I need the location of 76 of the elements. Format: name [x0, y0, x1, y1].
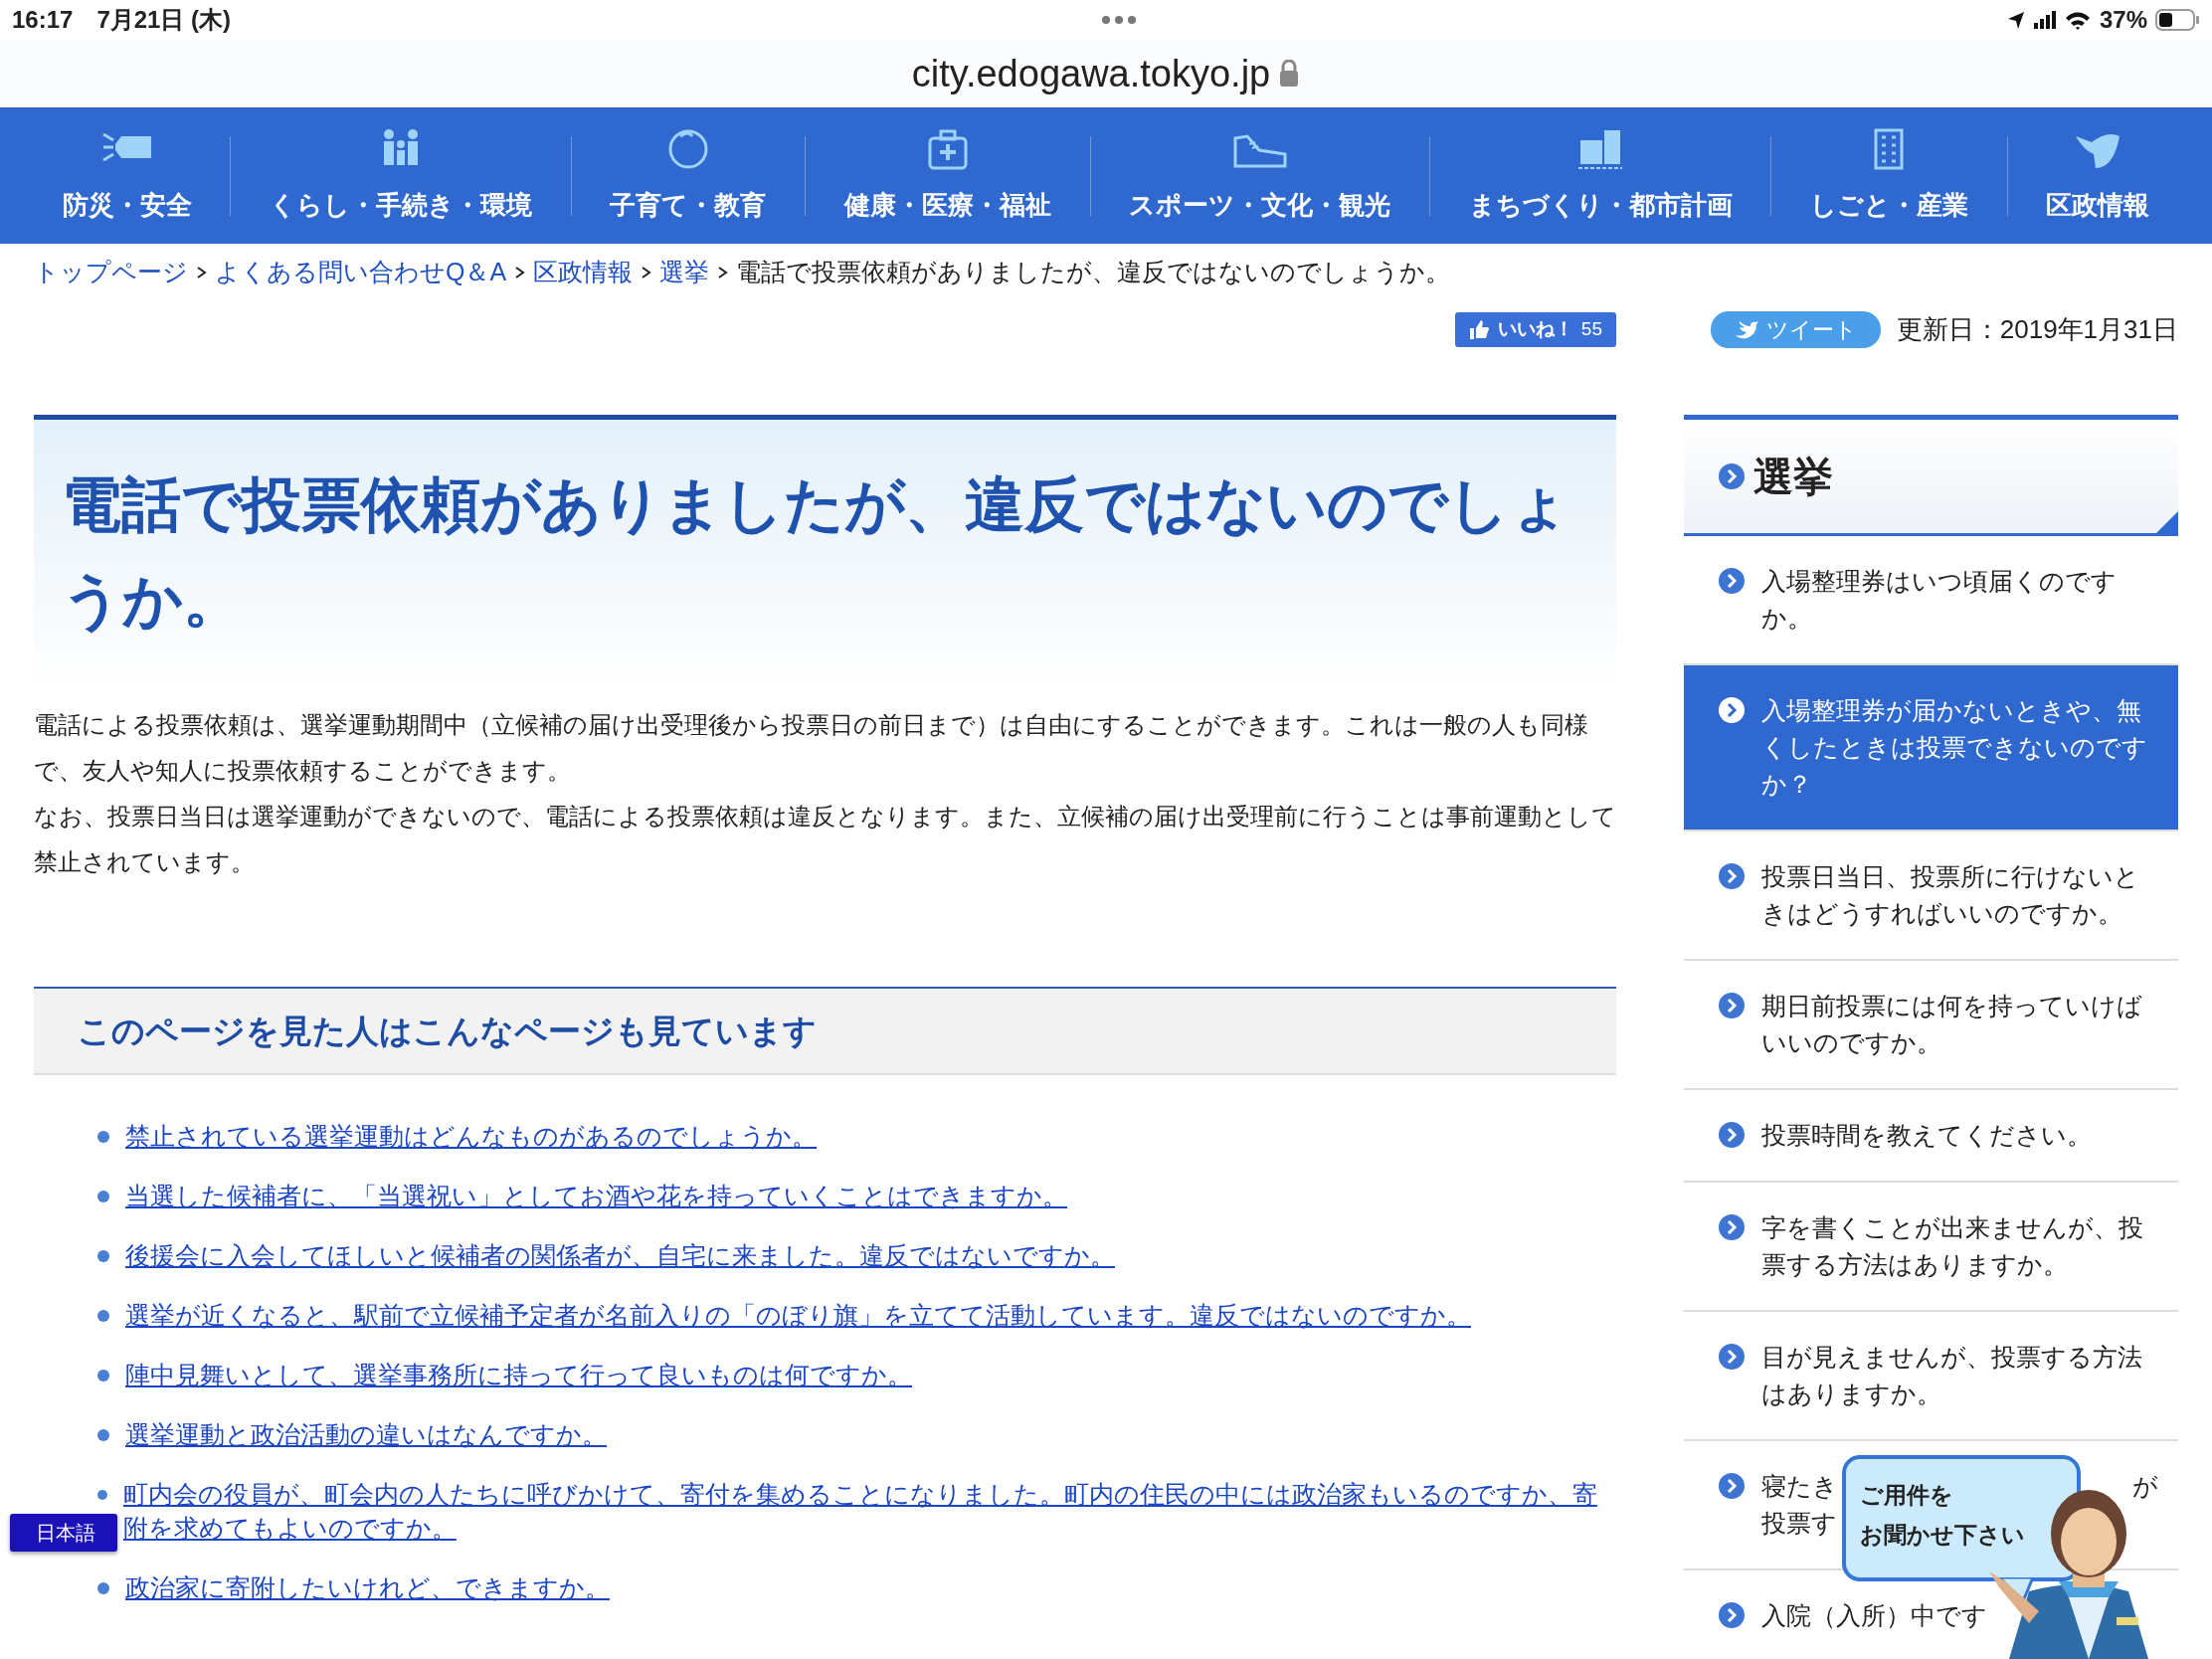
bubble-text: お聞かせ下さい [1860, 1521, 2026, 1550]
related-link[interactable]: 選挙が近くなると、駅前で立候補予定者が名前入りの「のぼり旗」を立てて活動しています。違反ではないのですか。 [125, 1298, 1471, 1332]
chevron-circle-icon [1718, 1471, 1746, 1500]
status-time: 16:17 [12, 5, 74, 35]
more-dots-icon [1100, 14, 1137, 26]
related-link[interactable]: 禁止されている選挙運動はどんなものがあるのでしょうか。 [125, 1119, 817, 1153]
body-paragraph: 電話による投票依頼は、選挙運動期間中（立候補の届け出受理後から投票日の前日まで）は自由にすることができます。これは一般の人も同様で、友人や知人に投票依頼することができます。 [34, 709, 1589, 786]
nav-item[interactable]: まちづくり・都市計画 [1429, 108, 1771, 244]
signal-icon [2033, 10, 2056, 30]
sidebar-item[interactable]: 投票時間を教えてください。 [1684, 1089, 2178, 1183]
related-link[interactable]: 政治家に寄附したいけれど、できますか。 [125, 1570, 610, 1604]
battery-icon [2155, 9, 2200, 31]
chevron-circle-icon [1718, 1120, 1746, 1149]
bullet-icon [97, 1131, 109, 1143]
chevron-circle-icon [1718, 1600, 1746, 1629]
sidebar-item[interactable]: 期日前投票には何を持っていけばいいのですか。 [1684, 960, 2178, 1090]
chevron-circle-icon [1718, 566, 1746, 595]
page-title: 電話で投票依頼がありましたが、違反ではないのでしょうか。 [62, 469, 1570, 636]
buildings-icon [1578, 127, 1623, 170]
first-aid-kit-icon [926, 127, 969, 170]
bullet-icon [97, 1582, 109, 1594]
update-date: 更新日：2019年1月31日 [1896, 313, 2179, 346]
breadcrumb-link[interactable]: トップページ [34, 254, 188, 291]
bullet-icon [97, 1370, 109, 1382]
nav-item[interactable]: スポーツ・文化・観光 [1090, 108, 1429, 244]
battery-percent: 37% [2099, 5, 2147, 35]
related-link[interactable]: 当選した候補者に、「当選祝い」としてお酒や花を持っていくことはできますか。 [125, 1179, 1067, 1212]
sidebar-item[interactable]: 目が見えませんが、投票する方法はありますか。 [1684, 1311, 2178, 1441]
nav-item[interactable]: 健康・医療・福祉 [806, 108, 1090, 244]
bird-icon [1734, 320, 1758, 339]
chevron-icon [514, 265, 526, 279]
chevron-circle-icon [1718, 1342, 1746, 1371]
nav-item[interactable]: くらし・手続き・環境 [231, 108, 571, 244]
language-button[interactable]: 日本語 [10, 1514, 117, 1552]
bubble-text: ご用件を [1860, 1481, 1954, 1510]
nav-item[interactable]: 子育て・教育 [571, 108, 806, 244]
chevron-circle-icon [1718, 461, 1746, 490]
sidebar-heading: 選挙 [1753, 453, 1833, 500]
status-date: 7月21日 (木) [96, 5, 232, 35]
chevron-icon [196, 265, 207, 279]
related-link[interactable]: 後援会に入会してほしいと候補者の関係者が、自宅に来ました。違反ではないですか。 [125, 1238, 1115, 1272]
section-heading: このページを見た人はこんなページも見ています [34, 986, 1616, 1075]
url-address[interactable]: city.edogawa.tokyo.jp [911, 45, 1271, 102]
related-link[interactable]: 町内会の役員が、町会内の人たちに呼びかけて、寄付を集めることになりました。町内の住民の中には政治家もいるのですか、寄附を求めてもよいのですか。 [122, 1477, 1616, 1545]
breadcrumb-link[interactable]: 選挙 [659, 254, 710, 291]
related-link[interactable]: 陣中見舞いとして、選挙事務所に持って行って良いものは何ですか。 [125, 1358, 912, 1391]
chevron-icon [641, 265, 652, 279]
nav-item[interactable]: 防災・安全 [24, 108, 231, 244]
breadcrumb-link[interactable]: 区政情報 [533, 254, 634, 291]
chevron-icon [717, 265, 729, 279]
related-link[interactable]: 選挙運動と政治活動の違いはなんですか。 [125, 1417, 607, 1451]
office-building-icon [1872, 127, 1907, 170]
sidebar-item[interactable]: 入場整理券が届かないときや、無くしたときは投票できないのですか？ [1684, 664, 2178, 831]
sidebar-item-text[interactable]: 寝たき [1761, 1467, 1838, 1505]
bullet-icon [97, 1429, 109, 1441]
nav-item[interactable]: しごと・産業 [1771, 108, 2007, 244]
sidebar-item[interactable]: 字を書くことが出来ませんが、投票する方法はありますか。 [1684, 1182, 2178, 1312]
breadcrumb-current: 電話で投票依頼がありましたが、違反ではないのでしょうか。 [736, 257, 1451, 287]
sidebar-item-text[interactable]: 投票す [1761, 1504, 1837, 1542]
chevron-circle-icon [1718, 1212, 1746, 1241]
bullet-icon [97, 1191, 109, 1202]
bullet-icon [97, 1489, 107, 1501]
body-paragraph: なお、投票日当日は選挙運動ができないので、電話による投票依頼は違反となります。また、立候補の届け出受理前に行うことは事前運動として禁止されています。 [34, 801, 1616, 877]
nav-item[interactable]: 区政情報 [2007, 108, 2188, 244]
lock-icon [1278, 60, 1301, 88]
chevron-circle-icon [1718, 991, 1746, 1019]
sidebar-item-text[interactable]: 入院（入所）中です [1761, 1596, 1987, 1634]
bullet-icon [97, 1250, 109, 1262]
like-button[interactable]: いいね！ 55 [1454, 312, 1616, 347]
thumbs-up-icon [1468, 319, 1490, 340]
bullet-icon [97, 1310, 109, 1322]
chevron-circle-icon [1718, 695, 1746, 724]
sidebar-item-text[interactable]: が [2132, 1467, 2158, 1505]
sidebar-item[interactable]: 投票日当日、投票所に行けないときはどうすればいいのですか。 [1684, 830, 2178, 961]
chevron-circle-icon [1718, 861, 1746, 890]
breadcrumb-link[interactable]: よくある問い合わせQ＆A [215, 254, 507, 291]
